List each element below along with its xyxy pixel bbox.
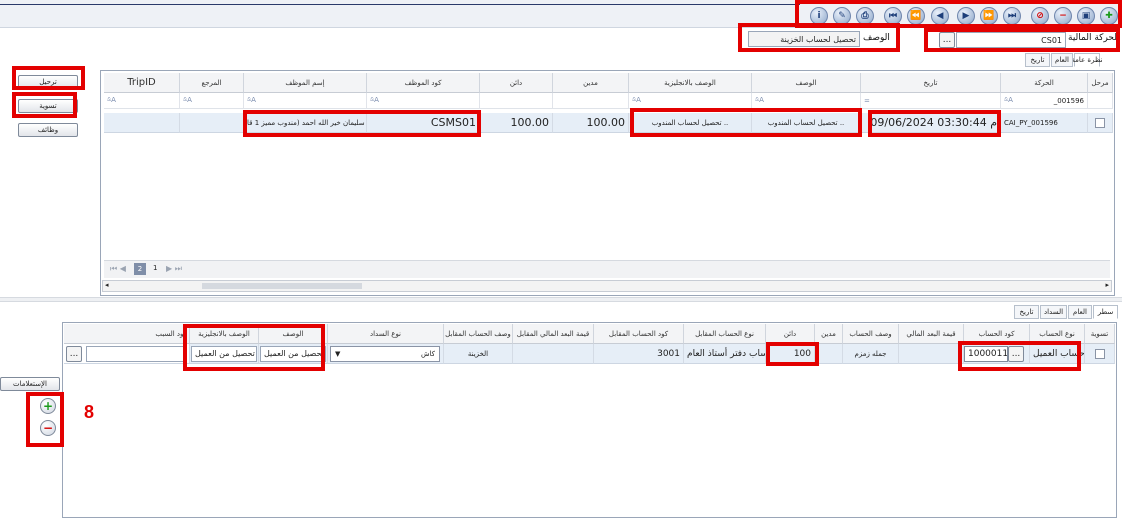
post-button-highlight	[12, 66, 85, 90]
pager: ⏮ ◀ 2 1 ▶ ⏭	[104, 260, 1110, 278]
pager-page[interactable]: 1	[153, 264, 157, 272]
posted-checkbox[interactable]	[1095, 117, 1105, 128]
filter-movement[interactable]: ⩯A _001596	[1001, 93, 1088, 109]
panel-splitter[interactable]	[0, 297, 1122, 302]
payment-type-select[interactable]: ▼ كاش	[330, 345, 440, 362]
col-movement[interactable]: الحركة	[1001, 73, 1088, 93]
description-highlight	[738, 23, 900, 52]
bcell-debit[interactable]	[815, 344, 843, 364]
filter-credit[interactable]	[480, 93, 553, 109]
col-date[interactable]: تاريخ	[861, 73, 1001, 93]
col-debit[interactable]: مدين	[553, 73, 629, 93]
tab-history-bottom[interactable]: تاريخ	[1014, 305, 1039, 319]
col-employee-name[interactable]: إسم الموظف	[244, 73, 367, 93]
bcol-debit[interactable]: مدين	[815, 324, 843, 344]
lookups-button[interactable]: الإستعلامات	[0, 377, 60, 391]
scroll-thumb[interactable]	[202, 283, 362, 289]
cell-credit[interactable]: 100.00	[480, 113, 553, 133]
credit-highlight	[766, 342, 819, 366]
col-tripid[interactable]: TripID	[104, 73, 180, 93]
col-employee-code[interactable]: كود الموظف	[367, 73, 480, 93]
col-posted[interactable]: مرحل	[1088, 73, 1113, 93]
filter-tripid[interactable]: ⩯A	[104, 93, 180, 109]
transaction-type-highlight	[924, 28, 1120, 52]
cell-movement[interactable]: CAI_PY_001596	[1001, 113, 1088, 133]
col-description[interactable]: الوصف	[752, 73, 861, 93]
bcol-offset-account-type[interactable]: نوع الحساب المقابل	[684, 324, 766, 344]
line-description-highlight	[183, 324, 325, 371]
filter-debit[interactable]	[553, 93, 629, 109]
filter-description[interactable]: ⩯A	[752, 93, 861, 109]
bcell-offset-account-code[interactable]: 3001	[594, 344, 684, 364]
cell-debit[interactable]: 100.00	[553, 113, 629, 133]
filter-employee-code[interactable]: ⩯A	[367, 93, 480, 109]
bcol-payment-type[interactable]: نوع السداد	[328, 324, 444, 344]
bcol-account-desc[interactable]: وصف الحساب	[843, 324, 899, 344]
tab-payment[interactable]: السداد	[1040, 305, 1067, 319]
reason-code-input[interactable]	[86, 345, 186, 362]
employee-cells-highlight	[243, 110, 481, 137]
tab-line[interactable]: سطر	[1093, 305, 1118, 319]
bcol-dimension-value[interactable]: قيمة البعد المالي	[899, 324, 964, 344]
tab-history[interactable]: تاريخ	[1025, 53, 1050, 67]
bcell-offset-account-type[interactable]: حساب دفتر أستاذ العام	[684, 344, 766, 364]
pager-page-current[interactable]: 2	[134, 263, 146, 275]
bcol-settle[interactable]: تسوية	[1085, 324, 1115, 344]
bcell-offset-account-desc[interactable]: الخزينة	[444, 344, 513, 364]
cell-reference[interactable]	[180, 113, 244, 133]
row-posted-checkbox[interactable]	[1088, 113, 1113, 133]
settle-button-highlight	[12, 92, 77, 118]
filter-employee-name[interactable]: ⩯A	[244, 93, 367, 109]
bcol-offset-account-desc[interactable]: وصف الحساب المقابل	[444, 324, 513, 344]
pager-first-icon[interactable]: ⏮ ◀	[110, 264, 126, 274]
description-cells-highlight	[630, 108, 862, 137]
col-description-en[interactable]: الوصف بالانجليزية	[629, 73, 752, 93]
bcol-credit[interactable]: دائن	[766, 324, 815, 344]
settle-checkbox[interactable]	[1094, 348, 1105, 359]
bcell-account-desc[interactable]: جمله زمزم	[843, 344, 899, 364]
bcell-reason-code[interactable]: ...	[64, 344, 190, 364]
bcell-payment-type[interactable]: ▼ كاش	[328, 344, 444, 364]
filter-reference[interactable]: ⩯A	[180, 93, 244, 109]
filter-description-en[interactable]: ⩯A	[629, 93, 752, 109]
bcol-reason-code[interactable]: كود السبب	[64, 324, 190, 344]
bcell-offset-dimension[interactable]	[513, 344, 594, 364]
bcell-settle[interactable]	[1085, 344, 1115, 364]
date-highlight	[868, 110, 1001, 137]
tab-general[interactable]: العام	[1051, 53, 1073, 67]
filter-posted[interactable]	[1088, 93, 1113, 109]
account-highlight	[958, 341, 1081, 371]
col-credit[interactable]: دائن	[480, 73, 553, 93]
cell-tripid[interactable]	[104, 113, 180, 133]
filter-date[interactable]: =	[861, 93, 1001, 109]
pager-last-icon[interactable]: ▶ ⏭	[166, 264, 182, 274]
bcol-offset-dimension[interactable]: قيمة البعد المالي المقابل	[513, 324, 594, 344]
tab-overview[interactable]: نظرة عامة	[1071, 53, 1103, 67]
bcol-offset-account-code[interactable]: كود الحساب المقابل	[594, 324, 684, 344]
top-grid-hscrollbar[interactable]: ◂ ▸	[102, 280, 1112, 292]
scroll-left-icon[interactable]: ◂	[105, 281, 109, 289]
add-remove-highlight	[26, 392, 64, 447]
annotation-number: 8	[84, 402, 95, 422]
col-reference[interactable]: المرجع	[180, 73, 244, 93]
filter-icon: ⩯A	[1004, 96, 1013, 104]
functions-button[interactable]: وظائف	[18, 123, 78, 137]
tab-general-bottom[interactable]: العام	[1068, 305, 1092, 319]
bcell-dimension-value[interactable]	[899, 344, 964, 364]
reason-code-lookup-button[interactable]: ...	[66, 345, 82, 362]
chevron-down-icon: ▼	[335, 349, 341, 358]
scroll-right-icon[interactable]: ▸	[1105, 281, 1109, 289]
